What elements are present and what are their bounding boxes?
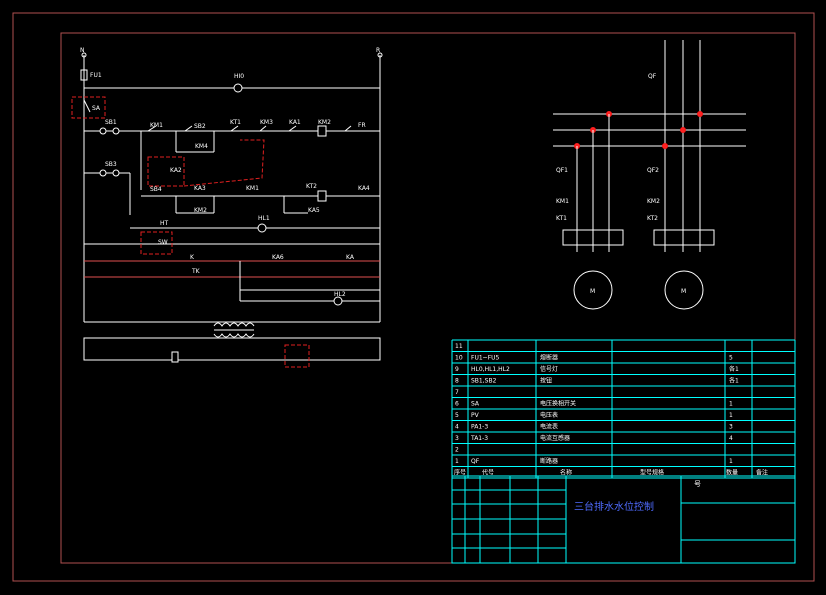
- power-circuit: QF QF1 QF2 KM1 KM2 KT1 KT2 M M: [553, 40, 746, 310]
- parts-row-no: 6: [455, 401, 459, 408]
- parts-row-qty: 各1: [729, 365, 739, 373]
- parts-row-no: 4: [455, 424, 459, 431]
- parts-row-name: 断路器: [540, 457, 558, 465]
- kt2-power-label: KT2: [647, 215, 658, 222]
- ka4-label: KA4: [358, 185, 370, 192]
- parts-row-qty: 5: [729, 355, 733, 362]
- qf1-label: QF1: [556, 167, 568, 174]
- km1b-label: KM1: [246, 185, 259, 192]
- parts-row-qty: 1: [729, 412, 733, 419]
- parts-row-no: 10: [455, 355, 463, 362]
- lamp-hl0-label: HI0: [234, 73, 244, 80]
- km2-power-label: KM2: [647, 198, 660, 205]
- parts-header-code: 代号: [482, 469, 494, 477]
- rail-left-label: N: [80, 47, 85, 54]
- control-circuit: N R FU1 HI0 SA SB1 KM1 SB2 KT1 KM3 KA1 K…: [71, 47, 383, 368]
- parts-row-name: 按钮: [540, 377, 552, 385]
- parts-row-code: PA1-3: [471, 424, 488, 431]
- parts-row-code: HL0,HL1,HL2: [471, 366, 510, 373]
- outer-border: [12, 12, 815, 582]
- parts-header-note: 备注: [756, 469, 768, 477]
- parts-row-no: 3: [455, 435, 459, 442]
- electrical-drawing-sheet: N R FU1 HI0 SA SB1 KM1 SB2 KT1 KM3 KA1 K…: [12, 12, 815, 582]
- parts-row-name: 电压换相开关: [540, 400, 576, 408]
- parts-row-code: PV: [471, 412, 480, 419]
- motor-1-label: M: [590, 288, 595, 295]
- parts-table: 1110 FU1~FU5 熔断器 59 HL0,HL1,HL2 信号灯 各18 SB1,SB2…: [451, 339, 796, 479]
- ht-label: HT: [160, 220, 169, 227]
- kt1-power-label: KT1: [556, 215, 567, 222]
- km4-label: KM4: [195, 143, 208, 150]
- km1-label: KM1: [150, 122, 163, 129]
- parts-row-no: 7: [455, 389, 459, 396]
- qf2-label: QF2: [647, 167, 659, 174]
- km1-power-label: KM1: [556, 198, 569, 205]
- parts-row-code: FU1~FU5: [471, 355, 500, 362]
- inner-border: [60, 32, 796, 564]
- sb1-label: SB1: [105, 119, 117, 126]
- qf-label: QF: [648, 73, 657, 80]
- parts-row-code: SB1,SB2: [471, 378, 497, 385]
- ka1-label: KA1: [289, 119, 301, 126]
- parts-row-no: 5: [455, 412, 459, 419]
- parts-row-qty: 1: [729, 458, 733, 465]
- parts-row-no: 9: [455, 366, 459, 373]
- parts-header-name: 名称: [560, 469, 572, 477]
- ka3-label: KA3: [194, 185, 206, 192]
- parts-row-name: 电流表: [540, 423, 558, 431]
- hl1-label: HL1: [258, 215, 270, 222]
- rail-right-label: R: [376, 47, 380, 54]
- parts-row-code: TA1-3: [470, 435, 488, 442]
- drawing-title: 三台排水水位控制: [574, 500, 654, 513]
- km3-label: KM3: [260, 119, 273, 126]
- sa-label: SA: [92, 105, 101, 112]
- fuse-label: FU1: [90, 72, 102, 79]
- parts-row-no: 11: [455, 343, 463, 350]
- motor-2-label: M: [681, 288, 686, 295]
- sb3-label: SB3: [105, 161, 117, 168]
- sb4-label: SB4: [150, 186, 162, 193]
- fr-label: FR: [358, 122, 366, 129]
- parts-header-no: 序号: [454, 469, 466, 477]
- sb2-label: SB2: [194, 123, 206, 130]
- parts-row-name: 熔断器: [540, 354, 558, 362]
- parts-header-qty: 数量: [726, 469, 738, 477]
- bottom-highlight: [284, 344, 310, 368]
- k-label: K: [190, 254, 195, 261]
- sw-label: SW: [158, 239, 168, 246]
- parts-row-code: SA: [471, 401, 480, 408]
- tk-label: TK: [191, 268, 201, 275]
- parts-row-code: QF: [471, 458, 480, 465]
- lamp-hl0-icon: [233, 83, 243, 93]
- parts-row-qty: 各1: [729, 377, 739, 385]
- km2b-label: KM2: [194, 207, 207, 214]
- ka5-label: KA5: [308, 207, 320, 214]
- parts-header-spec: 型号规格: [640, 469, 664, 477]
- parts-row-name: 电压表: [540, 411, 558, 419]
- kt1-label: KT1: [230, 119, 241, 126]
- kt2-label: KT2: [306, 183, 317, 190]
- parts-row-qty: 1: [729, 401, 733, 408]
- parts-row-qty: 3: [729, 424, 733, 431]
- parts-row-no: 8: [455, 378, 459, 385]
- parts-row-no: 1: [455, 458, 459, 465]
- ka6-label: KA6: [272, 254, 284, 261]
- sa-highlight: [71, 96, 106, 119]
- parts-row-name: 信号灯: [540, 365, 558, 373]
- parts-row-name: 电流互感器: [540, 434, 570, 442]
- drawing-number-label: 号: [694, 480, 701, 488]
- ka-label: KA: [346, 254, 355, 261]
- km2-label: KM2: [318, 119, 331, 126]
- parts-row-no: 2: [455, 447, 459, 454]
- parts-row-qty: 4: [729, 435, 733, 442]
- title-block: 三台排水水位控制 号: [451, 475, 796, 564]
- hl2-label: HL2: [334, 291, 346, 298]
- ka2-label: KA2: [170, 167, 182, 174]
